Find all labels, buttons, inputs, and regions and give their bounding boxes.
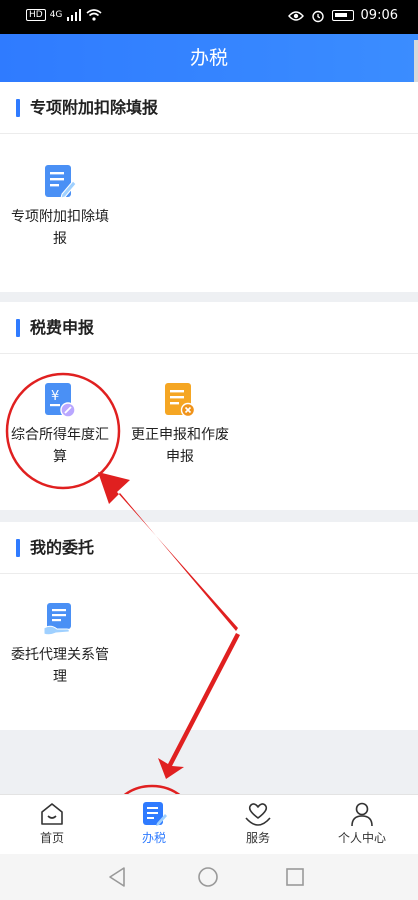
tab-label: 服务 <box>245 831 270 845</box>
app-header: 办税 <box>0 34 418 82</box>
tab-home[interactable]: 首页 <box>4 801 100 846</box>
tile-special-deduction[interactable]: 专项附加扣除填报 <box>8 164 112 250</box>
home-icon <box>41 803 63 825</box>
eye-icon <box>287 10 304 21</box>
signal-label: 4G <box>49 10 63 20</box>
network-type: HD <box>26 9 46 21</box>
doc-cancel-icon <box>165 383 196 418</box>
recents-icon[interactable] <box>284 865 306 889</box>
battery-icon <box>331 10 354 21</box>
tile-correct-void-filing[interactable]: 更正申报和作废申报 <box>128 382 232 468</box>
section-accent-bar <box>16 99 20 117</box>
section-accent-bar <box>16 319 20 337</box>
person-icon <box>351 802 373 827</box>
tile-label: 委托代理关系管理 <box>11 647 109 685</box>
content-area[interactable]: 专项附加扣除填报 专项附加扣除填报 税费申报 ¥ 综合所得年度汇算 更正申报和作… <box>0 82 418 794</box>
tab-label: 首页 <box>39 831 64 845</box>
status-left: HD 4G <box>26 9 102 21</box>
tab-service[interactable]: 服务 <box>210 801 306 846</box>
section-special-deduction: 专项附加扣除填报 专项附加扣除填报 <box>0 82 418 292</box>
section-title: 我的委托 <box>30 538 95 557</box>
yuan-doc-icon: ¥ <box>45 383 76 418</box>
section-header: 专项附加扣除填报 <box>0 82 418 134</box>
back-icon[interactable] <box>106 865 128 889</box>
tile-label: 专项附加扣除填报 <box>11 209 109 247</box>
doc-edit-icon <box>45 165 77 199</box>
section-header: 税费申报 <box>0 302 418 354</box>
tile-label: 更正申报和作废申报 <box>131 427 229 465</box>
home-circle-icon[interactable] <box>196 865 220 889</box>
section-my-delegation: 我的委托 委托代理关系管理 <box>0 522 418 730</box>
tile-annual-settlement[interactable]: ¥ 综合所得年度汇算 <box>8 382 112 468</box>
tile-label: 综合所得年度汇算 <box>11 427 109 465</box>
section-title: 专项附加扣除填报 <box>30 98 159 117</box>
bottom-tab-bar: 首页 办税 服务 个人中心 <box>0 794 418 854</box>
svg-text:¥: ¥ <box>51 389 59 404</box>
doc-hand-icon <box>43 603 71 636</box>
section-title: 税费申报 <box>30 318 95 337</box>
status-right: 09:06 <box>287 8 398 23</box>
tab-label: 办税 <box>141 831 166 845</box>
tab-tax[interactable]: 办税 <box>106 801 202 846</box>
tax-doc-icon <box>143 802 167 826</box>
section-accent-bar <box>16 539 20 557</box>
alarm-icon <box>311 10 324 22</box>
section-header: 我的委托 <box>0 522 418 574</box>
heart-hand-icon <box>245 803 271 826</box>
tile-delegation-management[interactable]: 委托代理关系管理 <box>8 602 112 688</box>
section-tax-filing: 税费申报 ¥ 综合所得年度汇算 更正申报和作废申报 <box>0 302 418 510</box>
tab-personal-center[interactable]: 个人中心 <box>314 801 410 846</box>
page-title: 办税 <box>189 47 228 69</box>
system-nav-bar <box>0 854 418 900</box>
tab-label: 个人中心 <box>337 831 386 845</box>
wifi-icon <box>86 9 102 21</box>
signal-icon <box>67 9 82 21</box>
status-bar: HD 4G 09:06 <box>0 0 418 34</box>
status-time: 09:06 <box>360 8 398 23</box>
